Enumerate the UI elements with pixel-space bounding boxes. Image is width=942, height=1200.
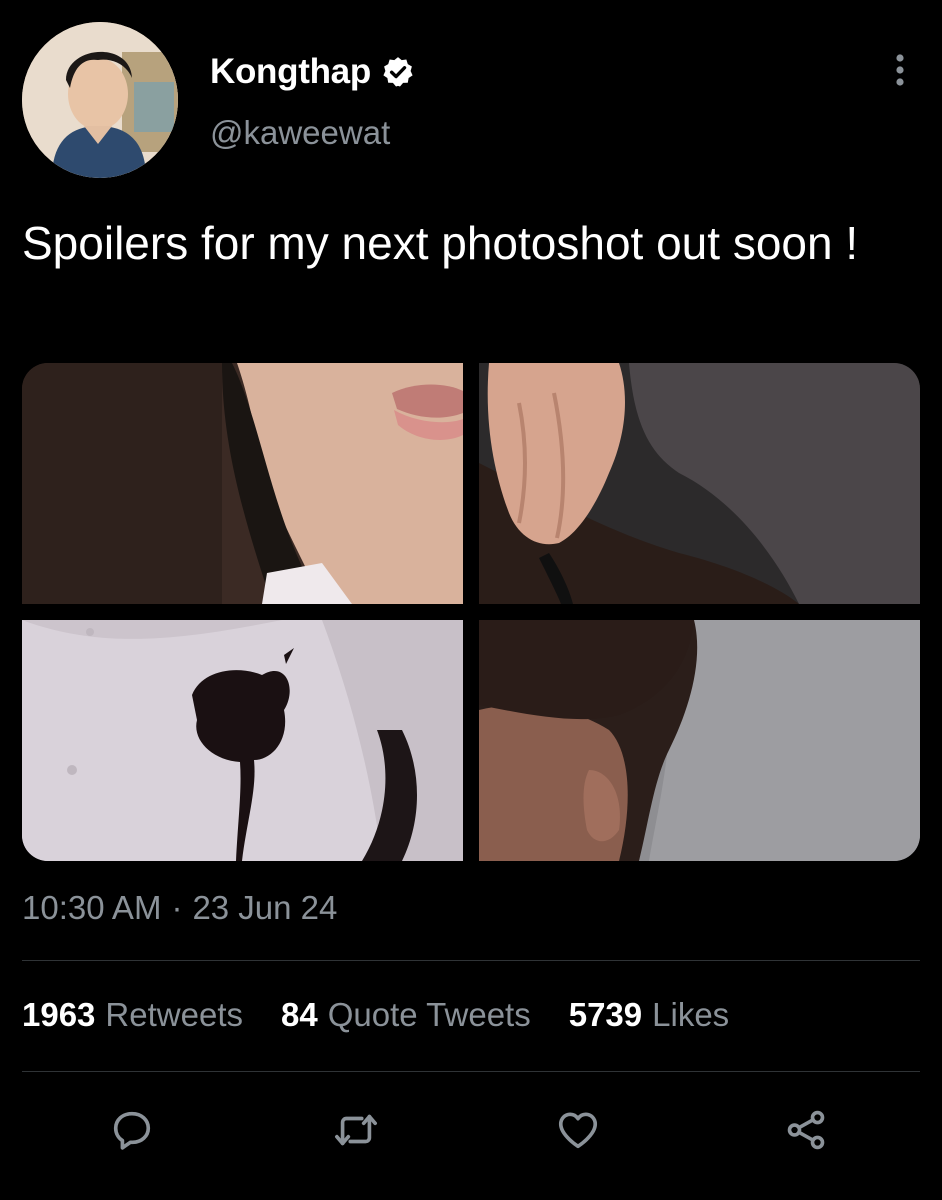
verified-badge-icon — [383, 57, 413, 87]
like-icon — [558, 1112, 598, 1149]
tweet-text: Spoilers for my next photoshot out soon … — [22, 217, 859, 269]
author-avatar[interactable] — [22, 22, 178, 178]
divider-top — [22, 960, 920, 961]
retweet-button[interactable] — [330, 1104, 382, 1156]
likes-label: Likes — [652, 996, 730, 1033]
retweets-count: 1963 — [22, 996, 96, 1033]
author-handle[interactable]: @kaweewat — [210, 114, 390, 152]
engagement-stats: 1963 Retweets 84 Quote Tweets 5739 Likes — [22, 996, 729, 1034]
media-grid — [22, 363, 920, 861]
reply-button[interactable] — [106, 1104, 158, 1156]
share-icon — [787, 1110, 825, 1150]
divider-bottom — [22, 1071, 920, 1072]
retweets-stat[interactable]: 1963 Retweets — [22, 996, 243, 1034]
media-photo-1[interactable] — [22, 363, 463, 604]
media-photo-3[interactable] — [22, 620, 463, 861]
media-photo-4[interactable] — [479, 620, 920, 861]
like-button[interactable] — [552, 1104, 604, 1156]
reply-icon — [113, 1111, 151, 1150]
tweet-time: 10:30 AM — [22, 889, 162, 926]
author-display-name[interactable]: Kongthap — [210, 52, 371, 92]
timestamp-separator: · — [171, 889, 183, 926]
quote-tweets-count: 84 — [280, 996, 318, 1033]
likes-stat[interactable]: 5739 Likes — [569, 996, 729, 1034]
retweet-icon — [335, 1114, 377, 1146]
media-photo-2[interactable] — [479, 363, 920, 604]
author-name-row[interactable]: Kongthap — [210, 52, 415, 92]
share-button[interactable] — [780, 1104, 832, 1156]
quote-tweets-stat[interactable]: 84 Quote Tweets — [281, 996, 531, 1034]
tweet-actions — [0, 1100, 942, 1160]
tweet-timestamp[interactable]: 10:30 AM · 23 Jun 24 — [22, 889, 337, 927]
quote-tweets-label: Quote Tweets — [327, 996, 531, 1033]
likes-count: 5739 — [568, 996, 643, 1033]
more-options-icon[interactable] — [886, 52, 914, 88]
retweets-label: Retweets — [105, 996, 243, 1033]
tweet-date: 23 Jun 24 — [192, 889, 338, 926]
